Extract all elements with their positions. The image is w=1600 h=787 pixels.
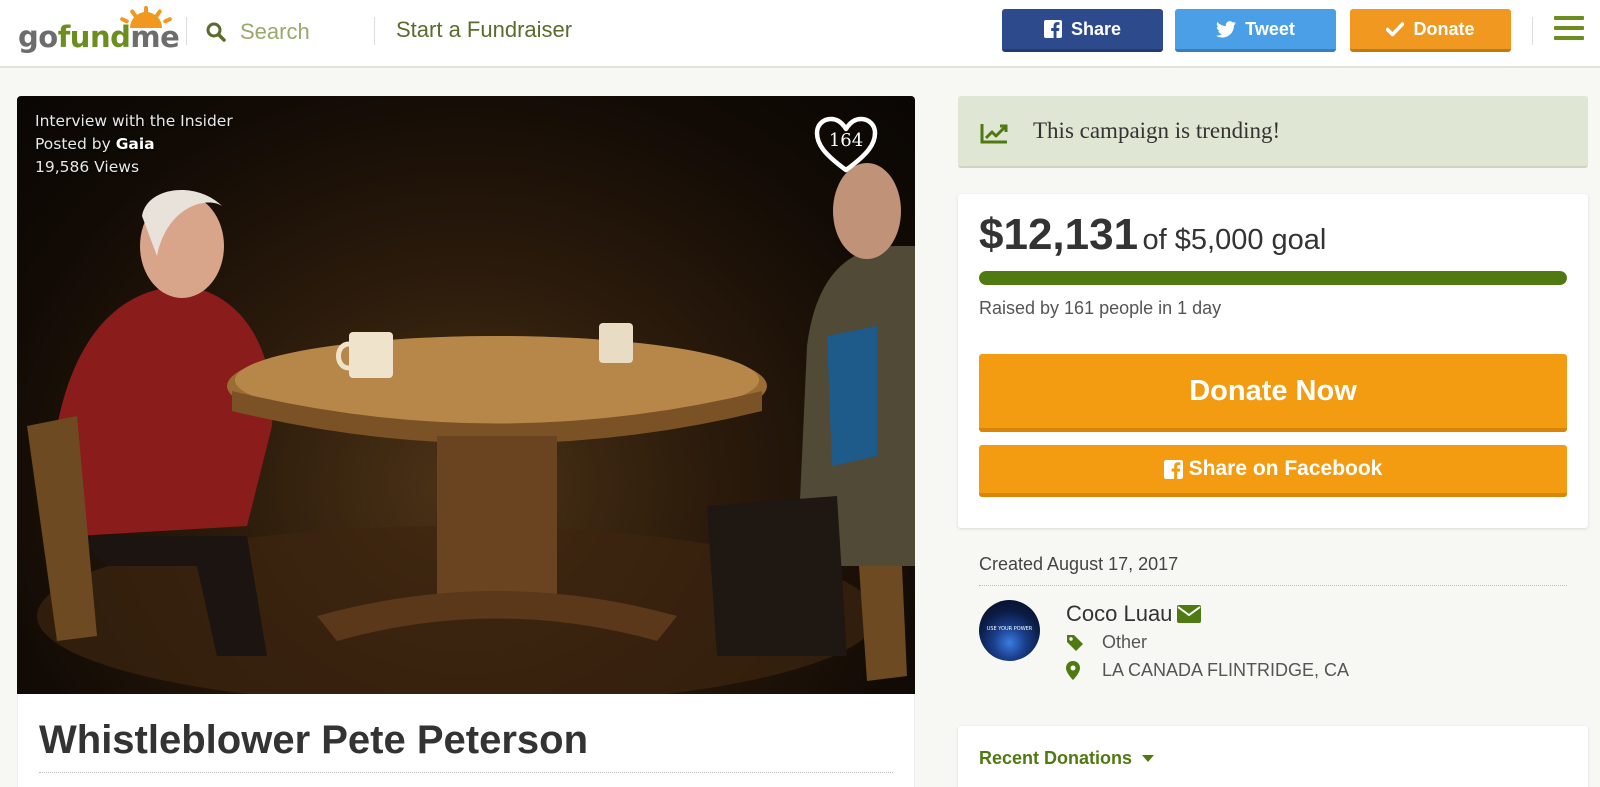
video-scene-image <box>27 163 915 694</box>
video-views: 19,586 Views <box>35 158 140 176</box>
logo-wordmark: gofundme <box>18 20 180 54</box>
checkmark-icon <box>1386 21 1405 36</box>
video-title: Interview with the Insider <box>35 112 233 130</box>
location-row: LA CANADA FLINTRIDGE, CA <box>1066 660 1349 681</box>
donation-goal-card: $12,131 of $5,000 goal Raised by 161 peo… <box>958 194 1588 528</box>
campaign-video[interactable]: Interview with the Insider Posted by Gai… <box>17 96 915 694</box>
top-header: gofundme Search Start a Fundraiser Share… <box>0 0 1600 68</box>
donate-button[interactable]: Donate <box>1350 9 1511 52</box>
facebook-icon <box>1163 459 1183 479</box>
organizer-avatar[interactable]: USE YOUR POWER <box>979 600 1040 661</box>
header-divider <box>374 17 375 45</box>
tweet-label: Tweet <box>1245 18 1295 39</box>
video-posted-by: Posted by Gaia <box>35 133 233 156</box>
map-pin-icon <box>1066 661 1080 680</box>
share-label: Share <box>1070 18 1122 39</box>
raised-amount: $12,131 <box>979 210 1139 259</box>
progress-fill <box>979 271 1567 285</box>
header-divider <box>1532 17 1533 45</box>
donate-label: Donate <box>1413 18 1475 39</box>
share-on-facebook-button[interactable]: Share on Facebook <box>979 445 1567 497</box>
gofundme-logo[interactable]: gofundme <box>18 6 180 54</box>
organizer-name-row: Coco Luau <box>1066 601 1202 627</box>
share-facebook-label: Share on Facebook <box>1188 457 1383 480</box>
search-box[interactable]: Search <box>206 18 310 46</box>
video-author[interactable]: Gaia <box>116 135 155 153</box>
progress-bar <box>979 271 1567 285</box>
amount-raised: $12,131 of $5,000 goal <box>979 210 1326 260</box>
envelope-icon[interactable] <box>1177 605 1202 623</box>
hamburger-menu-icon[interactable] <box>1554 16 1584 42</box>
details-divider <box>979 585 1567 586</box>
caret-down-icon <box>1142 754 1155 762</box>
header-divider <box>186 17 187 45</box>
trending-text: This campaign is trending! <box>1033 118 1281 143</box>
posted-by-prefix: Posted by <box>35 135 111 153</box>
raised-by-text: Raised by 161 people in 1 day <box>979 298 1222 318</box>
start-fundraiser-link[interactable]: Start a Fundraiser <box>396 17 572 43</box>
tweet-button[interactable]: Tweet <box>1175 9 1336 52</box>
twitter-icon <box>1216 20 1237 37</box>
avatar-text: USE YOUR POWER <box>986 626 1033 632</box>
heart-count: 164 <box>828 130 864 151</box>
campaign-title: Whistleblower Pete Peterson <box>39 718 589 762</box>
goal-amount: of $5,000 goal <box>1142 224 1327 256</box>
recent-donations-card: Recent Donations <box>958 726 1588 787</box>
donate-now-button[interactable]: Donate Now <box>979 354 1567 432</box>
trending-banner: This campaign is trending! <box>958 96 1588 168</box>
video-meta: Interview with the Insider Posted by Gai… <box>35 110 233 179</box>
campaign-title-card: Whistleblower Pete Peterson <box>17 694 915 787</box>
search-icon <box>206 22 226 42</box>
location-text: LA CANADA FLINTRIDGE, CA <box>1102 660 1350 680</box>
facebook-icon <box>1043 20 1062 38</box>
tag-icon <box>1067 634 1083 651</box>
category-link[interactable]: Other <box>1102 632 1147 653</box>
title-divider <box>39 772 893 773</box>
recent-donations-title: Recent Donations <box>979 748 1133 768</box>
category-row: Other <box>1066 632 1147 653</box>
share-button[interactable]: Share <box>1002 9 1163 52</box>
recent-donations-toggle[interactable]: Recent Donations <box>979 748 1155 769</box>
organizer-name[interactable]: Coco Luau <box>1066 601 1172 627</box>
search-placeholder: Search <box>240 19 310 44</box>
created-date: Created August 17, 2017 <box>979 554 1179 574</box>
trending-chart-icon <box>980 124 1008 144</box>
